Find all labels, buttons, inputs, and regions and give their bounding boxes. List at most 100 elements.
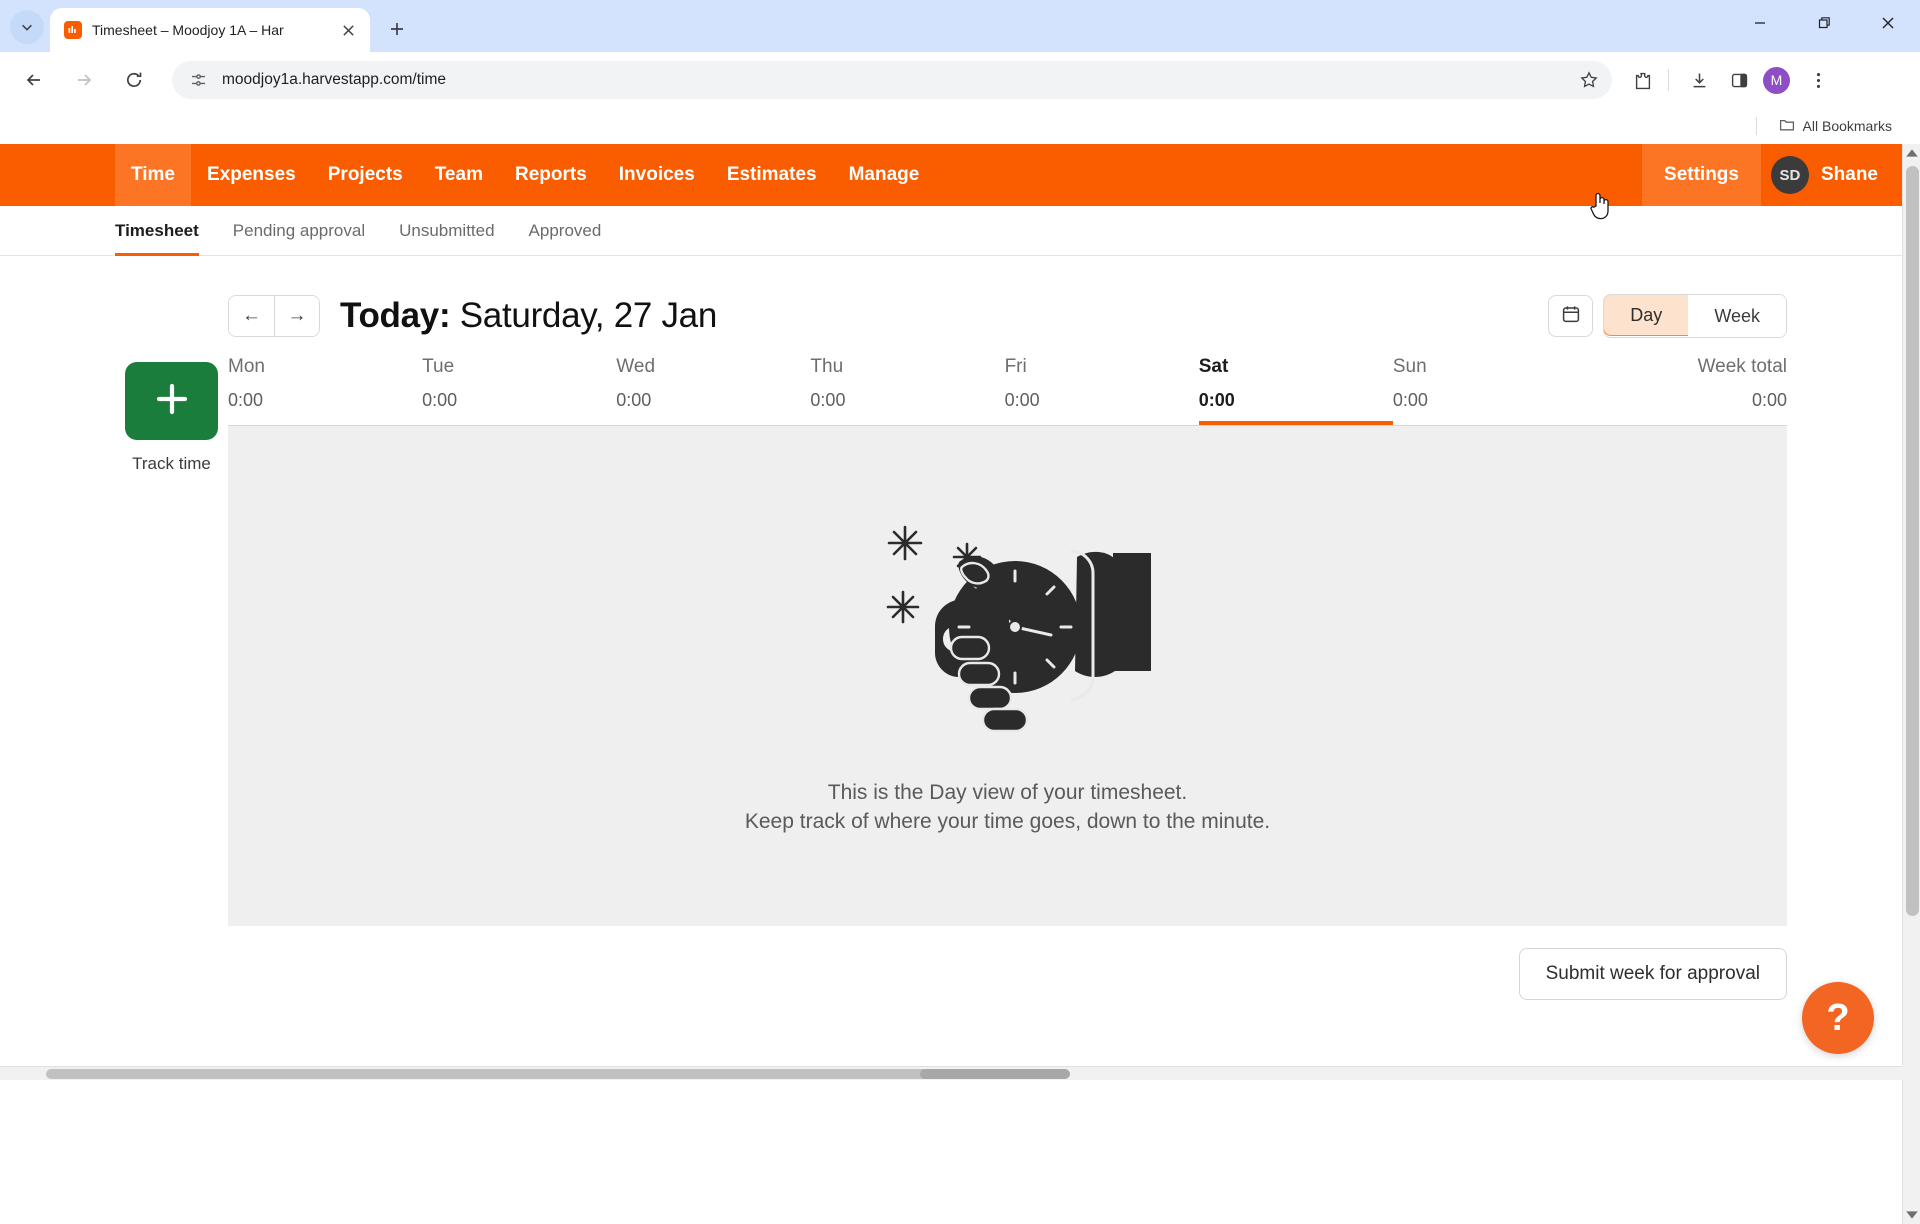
three-dot-menu-icon[interactable] bbox=[1800, 62, 1836, 98]
nav-item-estimates[interactable]: Estimates bbox=[711, 144, 833, 206]
nav-item-team[interactable]: Team bbox=[419, 144, 499, 206]
day-column-thu[interactable]: Thu 0:00 bbox=[810, 356, 1004, 425]
page-viewport: Time Expenses Projects Team Reports Invo… bbox=[0, 144, 1902, 1064]
page-settings-icon[interactable] bbox=[186, 68, 210, 92]
nav-item-expenses[interactable]: Expenses bbox=[191, 144, 312, 206]
browser-tab[interactable]: Timesheet – Moodjoy 1A – Har bbox=[50, 8, 370, 52]
side-panel-icon[interactable] bbox=[1721, 62, 1757, 98]
tab-approved[interactable]: Approved bbox=[529, 206, 602, 255]
day-column-wed[interactable]: Wed 0:00 bbox=[616, 356, 810, 425]
star-icon[interactable] bbox=[1574, 65, 1604, 95]
minimize-icon[interactable] bbox=[1728, 0, 1792, 46]
settings-link[interactable]: Settings bbox=[1642, 144, 1761, 206]
harvest-main-nav: Time Expenses Projects Team Reports Invo… bbox=[0, 144, 1902, 206]
scroll-up-icon[interactable] bbox=[1903, 144, 1920, 162]
vertical-scrollbar[interactable] bbox=[1902, 144, 1920, 1224]
bookmarks-bar: All Bookmarks bbox=[0, 108, 1920, 144]
bookmarks-divider bbox=[1756, 117, 1757, 135]
nav-items: Time Expenses Projects Team Reports Invo… bbox=[115, 144, 935, 206]
nav-item-projects[interactable]: Projects bbox=[312, 144, 419, 206]
empty-state-line-2: Keep track of where your time goes, down… bbox=[745, 808, 1270, 837]
submit-week-button[interactable]: Submit week for approval bbox=[1519, 948, 1787, 1000]
close-icon[interactable] bbox=[336, 18, 360, 42]
arrow-left-icon[interactable] bbox=[14, 60, 54, 100]
calendar-icon bbox=[1561, 304, 1581, 329]
week-day-strip: Mon 0:00 Tue 0:00 Wed 0:00 Thu 0:00 Fri bbox=[228, 356, 1787, 425]
hand-holding-clock-illustration bbox=[863, 515, 1153, 745]
browser-toolbar: moodjoy1a.harvestapp.com/time M bbox=[0, 52, 1920, 108]
user-menu[interactable]: SD Shane bbox=[1761, 144, 1902, 206]
profile-avatar[interactable]: M bbox=[1763, 67, 1790, 94]
page-title: Today: Saturday, 27 Jan bbox=[340, 296, 717, 336]
day-hours: 0:00 bbox=[616, 390, 810, 411]
nav-item-invoices[interactable]: Invoices bbox=[603, 144, 711, 206]
avatar: SD bbox=[1771, 156, 1809, 194]
browser-tab-title: Timesheet – Moodjoy 1A – Har bbox=[92, 22, 336, 38]
day-hours: 0:00 bbox=[1199, 390, 1393, 411]
day-label: Mon bbox=[228, 356, 422, 378]
day-column-fri[interactable]: Fri 0:00 bbox=[1005, 356, 1199, 425]
track-time-column: Track time bbox=[115, 356, 228, 926]
day-column-tue[interactable]: Tue 0:00 bbox=[422, 356, 616, 425]
url-text: moodjoy1a.harvestapp.com/time bbox=[222, 71, 1574, 89]
day-hours: 0:00 bbox=[810, 390, 1004, 411]
nav-item-time[interactable]: Time bbox=[115, 144, 191, 206]
calendar-picker-button[interactable] bbox=[1548, 295, 1593, 337]
day-week-toggle: Day Week bbox=[1603, 294, 1787, 338]
help-button[interactable]: ? bbox=[1802, 982, 1874, 1054]
day-column-sun[interactable]: Sun 0:00 bbox=[1393, 356, 1587, 425]
tab-search-icon[interactable] bbox=[10, 10, 44, 44]
window-controls bbox=[1728, 0, 1920, 46]
user-name: Shane bbox=[1821, 164, 1878, 186]
restore-icon[interactable] bbox=[1792, 0, 1856, 46]
day-label: Wed bbox=[616, 356, 810, 378]
week-sheet: Mon 0:00 Tue 0:00 Wed 0:00 Thu 0:00 Fri bbox=[228, 356, 1787, 926]
day-label: Thu bbox=[810, 356, 1004, 378]
previous-day-button[interactable]: ← bbox=[229, 296, 274, 336]
track-time-button[interactable] bbox=[125, 362, 218, 440]
new-tab-button[interactable] bbox=[380, 12, 414, 46]
nav-item-manage[interactable]: Manage bbox=[833, 144, 936, 206]
day-hours: 0:00 bbox=[1005, 390, 1199, 411]
close-icon[interactable] bbox=[1856, 0, 1920, 46]
next-day-button[interactable]: → bbox=[274, 296, 319, 336]
day-label: Fri bbox=[1005, 356, 1199, 378]
empty-state-line-1: This is the Day view of your timesheet. bbox=[828, 779, 1187, 808]
tab-timesheet[interactable]: Timesheet bbox=[115, 206, 199, 255]
day-column-sat[interactable]: Sat 0:00 bbox=[1199, 356, 1393, 425]
download-icon[interactable] bbox=[1681, 62, 1717, 98]
day-label: Sat bbox=[1199, 356, 1393, 378]
view-option-week[interactable]: Week bbox=[1688, 295, 1786, 337]
day-hours: 0:00 bbox=[1393, 390, 1587, 411]
week-total-column: Week total 0:00 bbox=[1587, 356, 1787, 425]
week-total-hours: 0:00 bbox=[1587, 390, 1787, 411]
day-hours: 0:00 bbox=[422, 390, 616, 411]
today-prefix: Today: bbox=[340, 296, 450, 335]
day-label: Sun bbox=[1393, 356, 1587, 378]
puzzle-piece-icon[interactable] bbox=[1624, 62, 1660, 98]
vertical-scroll-thumb[interactable] bbox=[1906, 166, 1919, 916]
tab-unsubmitted[interactable]: Unsubmitted bbox=[399, 206, 494, 255]
horizontal-scroll-thumb[interactable] bbox=[920, 1069, 1070, 1079]
address-bar[interactable]: moodjoy1a.harvestapp.com/time bbox=[172, 61, 1612, 99]
view-controls: Day Week bbox=[1548, 294, 1787, 338]
horizontal-scrollbar[interactable] bbox=[0, 1066, 1902, 1080]
scrollbar-corner bbox=[1902, 1066, 1920, 1080]
day-column-mon[interactable]: Mon 0:00 bbox=[228, 356, 422, 425]
arrow-right-icon[interactable] bbox=[64, 60, 104, 100]
all-bookmarks-button[interactable]: All Bookmarks bbox=[1771, 113, 1900, 140]
harvest-bar-chart-icon bbox=[64, 21, 82, 39]
folder-icon bbox=[1779, 117, 1795, 136]
track-time-label: Track time bbox=[132, 454, 211, 474]
submit-row: Submit week for approval bbox=[0, 926, 1902, 1000]
day-label: Tue bbox=[422, 356, 616, 378]
week-total-label: Week total bbox=[1587, 356, 1787, 378]
reload-icon[interactable] bbox=[114, 60, 154, 100]
scroll-down-icon[interactable] bbox=[1903, 1206, 1920, 1224]
nav-item-reports[interactable]: Reports bbox=[499, 144, 603, 206]
horizontal-scroll-track-thumb[interactable] bbox=[46, 1069, 1066, 1079]
view-option-day[interactable]: Day bbox=[1603, 294, 1689, 336]
timesheet-header: ← → Today: Saturday, 27 Jan Day Week bbox=[0, 256, 1902, 338]
date-navigation: ← → bbox=[228, 295, 320, 337]
tab-pending-approval[interactable]: Pending approval bbox=[233, 206, 365, 255]
